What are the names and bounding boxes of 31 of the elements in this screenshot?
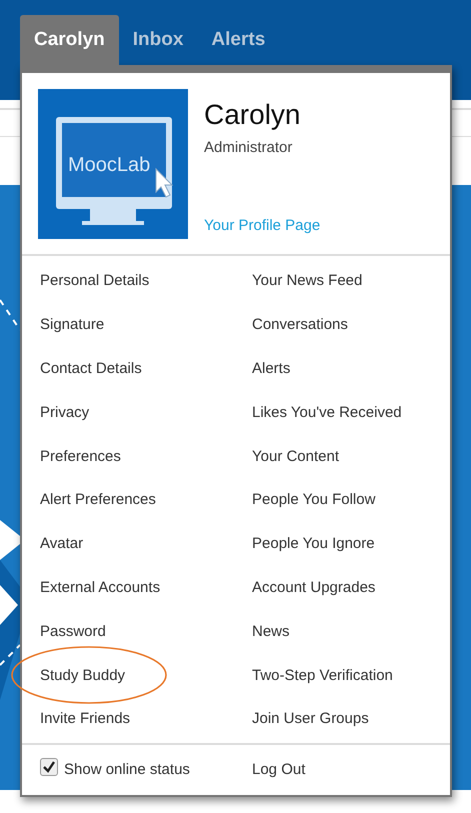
user-role: Administrator bbox=[204, 139, 294, 156]
menu-item[interactable]: Preferences bbox=[40, 448, 121, 465]
avatar-logo: MoocLab bbox=[38, 89, 188, 239]
checkbox[interactable] bbox=[40, 758, 58, 776]
menu-item[interactable]: News bbox=[252, 622, 290, 640]
tab[interactable]: Inbox bbox=[118, 15, 198, 65]
checkbox-label: Show online status bbox=[64, 761, 190, 778]
menu-item[interactable]: Conversations bbox=[252, 316, 348, 334]
tab[interactable]: Carolyn bbox=[20, 15, 119, 65]
menu-item[interactable]: Alerts bbox=[252, 360, 290, 377]
menu-item[interactable]: Alert Preferences bbox=[40, 491, 156, 508]
tab[interactable]: Alerts bbox=[197, 15, 280, 65]
menu-item[interactable]: People You Ignore bbox=[252, 535, 375, 552]
menu-item[interactable]: Account Upgrades bbox=[252, 578, 376, 596]
menu-item[interactable]: Signature bbox=[40, 316, 104, 334]
menu-item[interactable]: Your Content bbox=[252, 448, 340, 465]
menu-item[interactable]: Personal Details bbox=[40, 272, 150, 290]
menu-item[interactable]: Study Buddy bbox=[40, 666, 126, 684]
menu-item[interactable]: Avatar bbox=[40, 535, 84, 552]
menu-item[interactable]: Join User Groups bbox=[252, 710, 369, 728]
menu-item[interactable]: Your News Feed bbox=[252, 272, 362, 290]
menu-item[interactable]: Contact Details bbox=[40, 360, 142, 377]
user-name: Carolyn bbox=[204, 99, 302, 131]
menu-item[interactable]: People You Follow bbox=[252, 491, 376, 508]
menu-item[interactable]: Invite Friends bbox=[40, 710, 130, 728]
menu-item[interactable]: External Accounts bbox=[40, 578, 160, 596]
menu-item[interactable]: Privacy bbox=[40, 404, 90, 421]
logout-link[interactable]: Log Out bbox=[252, 761, 450, 778]
menu-item[interactable]: Two-Step Verification bbox=[252, 666, 393, 684]
menu-item[interactable]: Likes You've Received bbox=[252, 404, 402, 421]
menu-item[interactable]: Password bbox=[40, 622, 106, 640]
